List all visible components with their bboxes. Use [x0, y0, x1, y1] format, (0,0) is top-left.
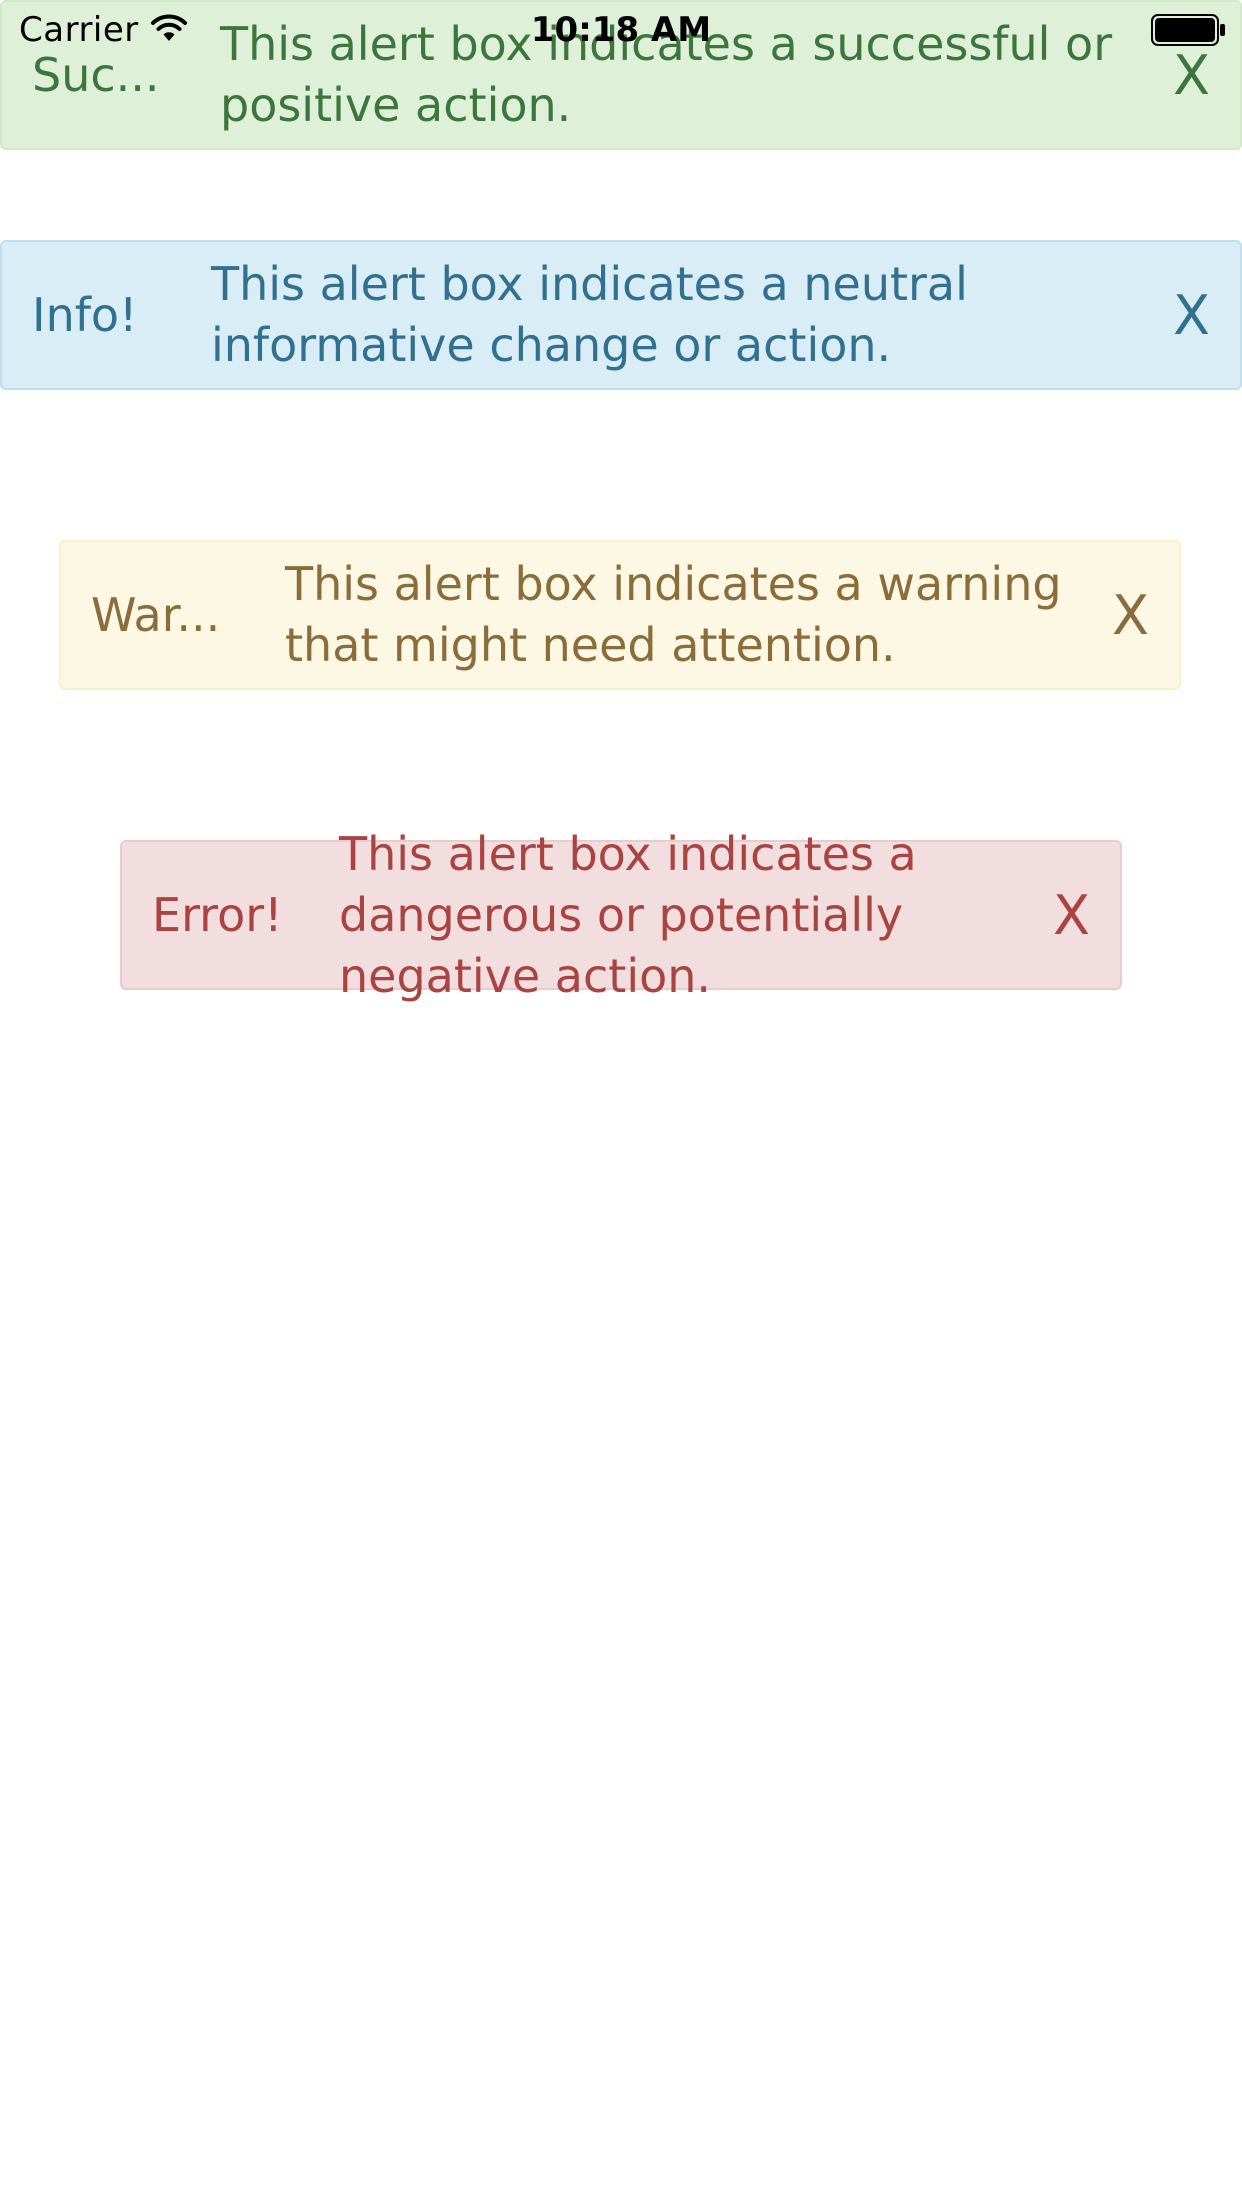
close-button[interactable]: X [1053, 842, 1090, 988]
alert-title: Error! [152, 888, 283, 942]
alert-message: This alert box indicates a warning that … [285, 557, 1062, 672]
status-bar: Carrier 10:18 AM [0, 0, 1242, 60]
alert-title: War... [91, 588, 221, 642]
alert-message: This alert box indicates a neutral infor… [211, 257, 968, 372]
close-button[interactable]: X [1173, 242, 1210, 388]
alert-message: This alert box indicates a dangerous or … [339, 826, 917, 1003]
alert-info: Info! This alert box indicates a neutral… [0, 240, 1242, 390]
alert-error: Error! This alert box indicates a danger… [120, 826, 1122, 1003]
alert-title: Info! [32, 288, 138, 342]
close-button[interactable]: X [1112, 542, 1149, 688]
battery-full-icon [1151, 14, 1227, 46]
clock: 10:18 AM [530, 10, 712, 50]
alert-warning: War... This alert box indicates a warnin… [59, 540, 1181, 690]
